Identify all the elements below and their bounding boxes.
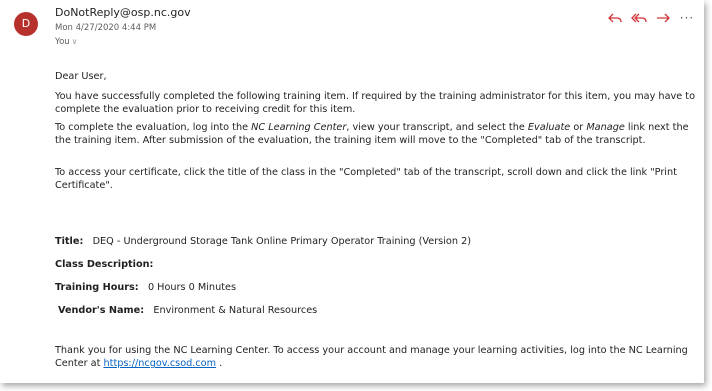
message-actions: ··· xyxy=(606,10,696,26)
title-row: Title: DEQ - Underground Storage Tank On… xyxy=(55,235,471,248)
title-value: DEQ - Underground Storage Tank Online Pr… xyxy=(92,236,472,247)
sent-date: Mon 4/27/2020 4:44 PM xyxy=(55,23,157,33)
paragraph-certificate: To access your certificate, click the ti… xyxy=(55,167,677,191)
paragraph-evaluation: To complete the evaluation, log into the… xyxy=(55,122,689,146)
greeting: Dear User, xyxy=(55,71,107,82)
reply-all-icon[interactable] xyxy=(630,10,648,26)
paragraph-completed: You have successfully completed the foll… xyxy=(55,91,696,115)
recipient-name: You xyxy=(55,37,70,47)
class-description-label: Class Description: xyxy=(55,259,154,270)
forward-icon[interactable] xyxy=(654,10,672,26)
email-header: D DoNotReply@osp.nc.gov Mon 4/27/2020 4:… xyxy=(0,0,704,60)
sender-address[interactable]: DoNotReply@osp.nc.gov xyxy=(55,6,191,19)
manage-text: Manage xyxy=(586,122,625,133)
vendor-value: Environment & Natural Resources xyxy=(153,305,318,316)
class-description-row: Class Description: xyxy=(55,258,153,271)
sender-avatar[interactable]: D xyxy=(14,12,38,36)
training-hours-value: 0 Hours 0 Minutes xyxy=(147,282,237,293)
vendor-row: Vendor's Name: Environment & Natural Res… xyxy=(58,304,317,317)
email-reading-pane: D DoNotReply@osp.nc.gov Mon 4/27/2020 4:… xyxy=(0,0,704,383)
paragraph-closing: Thank you for using the NC Learning Cent… xyxy=(55,345,688,369)
nc-learning-center-text: NC Learning Center xyxy=(251,122,347,133)
chevron-down-icon[interactable]: ∨ xyxy=(72,37,78,46)
training-hours-label: Training Hours: xyxy=(55,282,139,293)
title-label: Title: xyxy=(55,236,84,247)
ncgov-link[interactable]: https://ncgov.csod.com xyxy=(104,358,217,369)
training-hours-row: Training Hours: 0 Hours 0 Minutes xyxy=(55,281,236,294)
recipient-line[interactable]: You ∨ xyxy=(55,37,78,47)
vendor-label: Vendor's Name: xyxy=(58,305,145,316)
reply-icon[interactable] xyxy=(606,10,624,26)
more-icon[interactable]: ··· xyxy=(678,10,696,26)
evaluate-text: Evaluate xyxy=(527,122,571,133)
